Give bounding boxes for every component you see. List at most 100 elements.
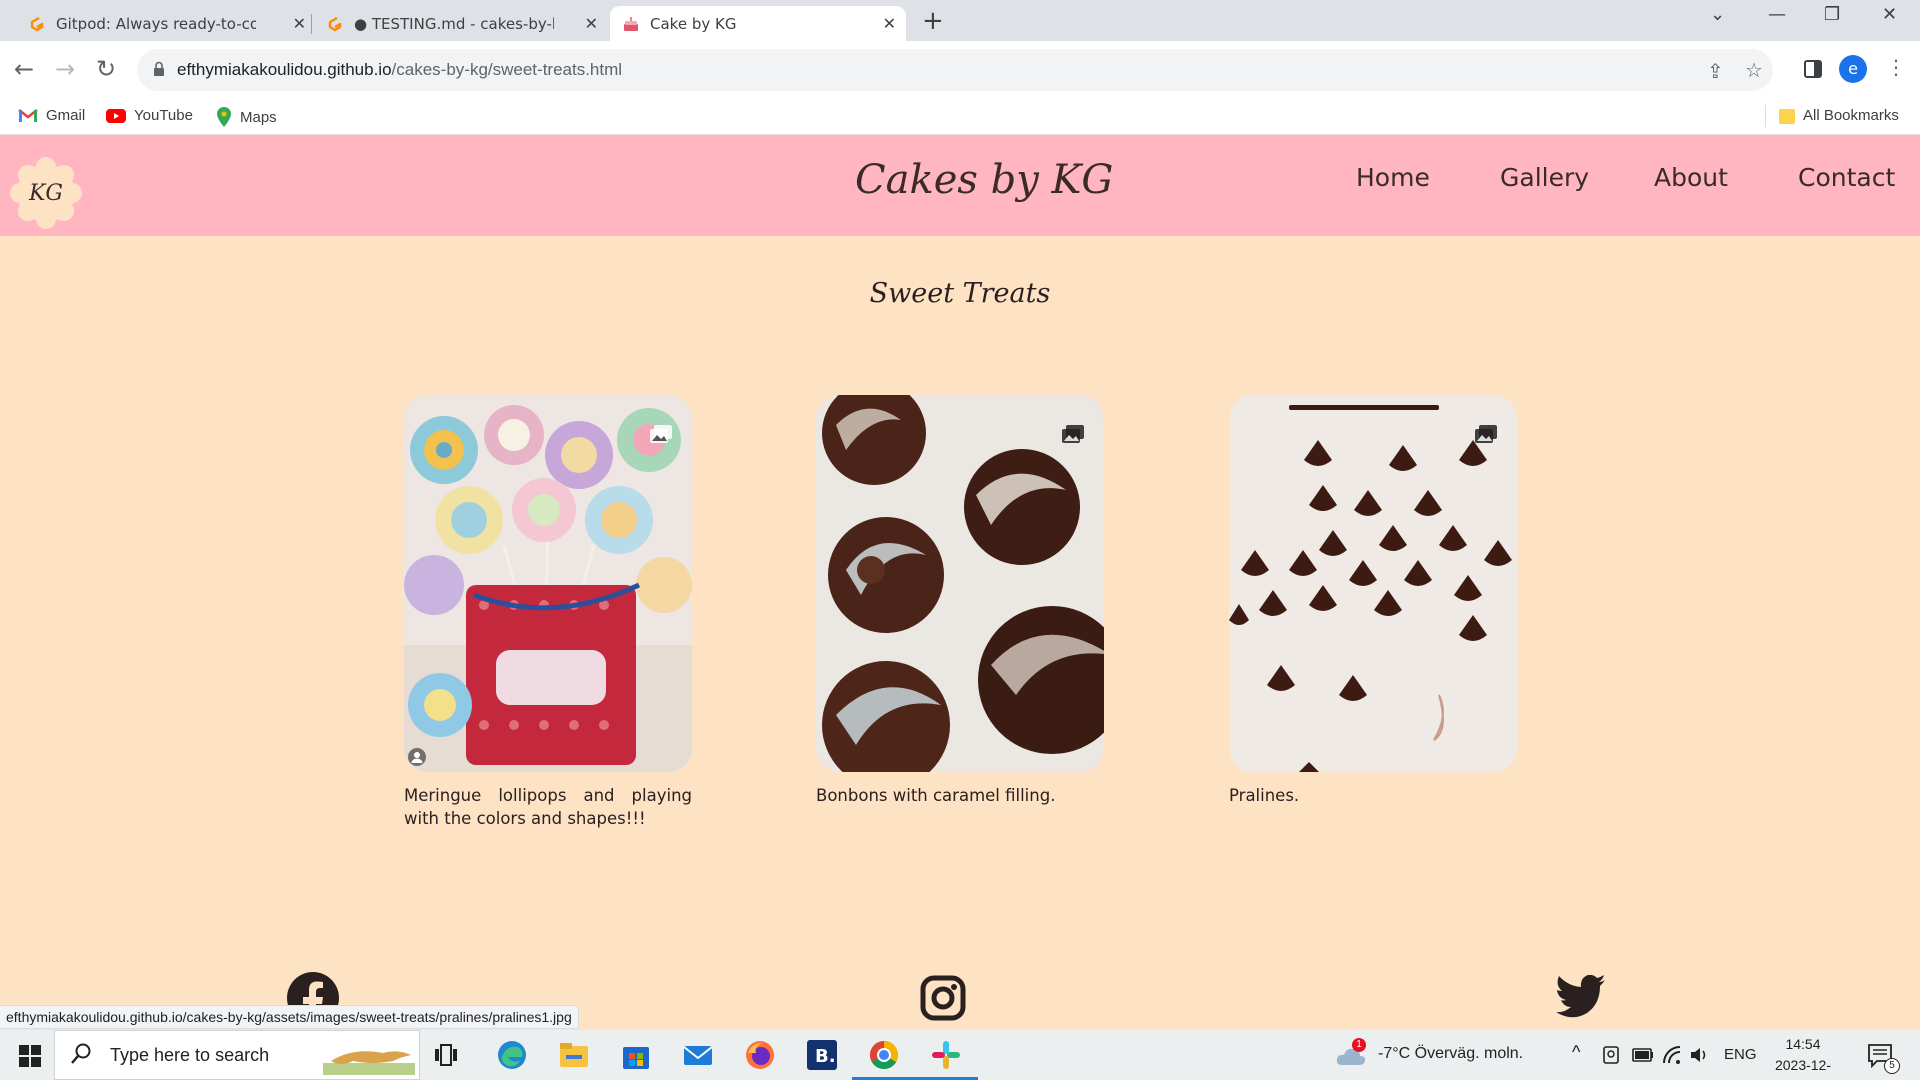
gitpod-icon bbox=[30, 16, 44, 31]
search-icon bbox=[71, 1043, 91, 1064]
kebab-menu-icon[interactable]: ⋮ bbox=[1886, 55, 1906, 79]
tab-title: Cake by KG bbox=[650, 14, 737, 33]
task-view-icon[interactable] bbox=[434, 1043, 458, 1067]
pralines-image bbox=[1229, 395, 1517, 772]
folder-icon bbox=[1779, 108, 1795, 124]
nav-gallery[interactable]: Gallery bbox=[1500, 163, 1589, 192]
clock-time: 14:54 bbox=[1785, 1036, 1821, 1052]
chevron-up-icon[interactable]: ^ bbox=[1572, 1042, 1580, 1063]
firefox-icon[interactable] bbox=[744, 1039, 776, 1071]
instagram-icon[interactable] bbox=[920, 975, 966, 1021]
windows-taskbar: Type here to search B. 1 -7°C Överväg. m… bbox=[0, 1030, 1920, 1080]
browser-tab-strip: Gitpod: Always ready-to-code. ✕ ● TESTIN… bbox=[0, 0, 1920, 41]
photo-caption: Meringue lollipops and playing with the … bbox=[404, 786, 692, 828]
restore-icon[interactable]: ❐ bbox=[1824, 4, 1840, 25]
bookmark-gmail[interactable]: Gmail bbox=[18, 107, 85, 124]
bookmark-label: Maps bbox=[240, 108, 277, 126]
nav-about[interactable]: About bbox=[1654, 163, 1728, 192]
image-gallery-icon bbox=[650, 425, 672, 443]
side-panel-icon[interactable] bbox=[1804, 60, 1822, 78]
maps-icon bbox=[217, 107, 231, 127]
url-text: efthymiakakoulidou.github.io/cakes-by-kg… bbox=[177, 60, 622, 80]
url-path: /cakes-by-kg/sweet-treats.html bbox=[391, 60, 623, 79]
battery-icon[interactable] bbox=[1632, 1048, 1654, 1062]
link-status-bar: efthymiakakoulidou.github.io/cakes-by-kg… bbox=[0, 1005, 579, 1029]
tab-cake-by-kg[interactable]: Cake by KG ✕ bbox=[610, 6, 906, 41]
taskbar-search-box[interactable]: Type here to search bbox=[54, 1030, 420, 1080]
tab-gitpod[interactable]: Gitpod: Always ready-to-code. ✕ bbox=[16, 6, 316, 41]
bonbons-photo[interactable] bbox=[816, 395, 1104, 772]
mail-icon[interactable] bbox=[682, 1039, 714, 1071]
gallery-card: Meringue lollipops and playing with the … bbox=[404, 395, 692, 830]
person-icon bbox=[408, 748, 426, 766]
meringue-lollipops-photo[interactable] bbox=[404, 395, 692, 772]
slack-icon[interactable] bbox=[930, 1039, 962, 1071]
minimize-icon[interactable]: — bbox=[1768, 4, 1786, 25]
tab-separator bbox=[311, 14, 312, 34]
gallery-card: Pralines. bbox=[1229, 395, 1517, 807]
profile-avatar[interactable]: e bbox=[1839, 55, 1867, 83]
notification-count-badge: 5 bbox=[1884, 1058, 1900, 1074]
bookmarks-bar: Gmail YouTube Maps All Bookmarks bbox=[0, 99, 1920, 135]
microsoft-store-icon[interactable] bbox=[620, 1039, 652, 1071]
bookmark-youtube[interactable]: YouTube bbox=[106, 107, 193, 124]
image-gallery-icon bbox=[1475, 425, 1497, 443]
weather-alert-badge: 1 bbox=[1352, 1038, 1366, 1052]
close-icon[interactable]: ✕ bbox=[883, 14, 896, 33]
nav-home[interactable]: Home bbox=[1356, 163, 1430, 192]
volume-icon[interactable] bbox=[1690, 1046, 1710, 1064]
share-icon[interactable]: ⇪ bbox=[1707, 59, 1724, 83]
taskbar-clock[interactable]: 14:54 2023-12-04 bbox=[1768, 1034, 1838, 1080]
bookmark-divider bbox=[1765, 105, 1766, 127]
site-brand-title[interactable]: Cakes by KG bbox=[855, 157, 1113, 203]
file-explorer-icon[interactable] bbox=[558, 1039, 590, 1071]
gitpod-icon bbox=[328, 16, 342, 31]
twitter-icon[interactable] bbox=[1556, 975, 1606, 1019]
weather-text[interactable]: -7°C Överväg. moln. bbox=[1378, 1045, 1523, 1063]
photo-caption: Bonbons with caramel filling. bbox=[816, 786, 1056, 805]
window-close-icon[interactable]: ✕ bbox=[1882, 4, 1897, 25]
site-logo[interactable]: KG bbox=[8, 155, 84, 231]
reload-icon[interactable]: ↻ bbox=[96, 55, 116, 83]
logo-text: KG bbox=[28, 180, 63, 206]
chrome-icon[interactable] bbox=[868, 1039, 900, 1071]
language-indicator[interactable]: ENG bbox=[1724, 1046, 1757, 1063]
bookmark-star-icon[interactable]: ☆ bbox=[1745, 58, 1763, 82]
pralines-photo[interactable] bbox=[1229, 395, 1517, 772]
lock-icon bbox=[154, 61, 164, 76]
edge-icon[interactable] bbox=[496, 1039, 528, 1071]
tab-title: ● TESTING.md - cakes-by-kg - G bbox=[354, 14, 554, 33]
image-gallery-icon bbox=[1062, 425, 1084, 443]
back-arrow-icon[interactable]: ← bbox=[14, 55, 34, 83]
clock-date: 2023-12-04 bbox=[1774, 1057, 1832, 1080]
wifi-icon[interactable] bbox=[1662, 1045, 1682, 1065]
url-host: efthymiakakoulidou.github.io bbox=[177, 60, 392, 79]
bookmark-maps[interactable]: Maps bbox=[216, 107, 277, 127]
bookmark-label: YouTube bbox=[134, 107, 193, 124]
bonbons-image bbox=[816, 395, 1104, 772]
gallery-card: Bonbons with caramel filling. bbox=[816, 395, 1104, 807]
tab-title: Gitpod: Always ready-to-code. bbox=[56, 14, 256, 33]
browser-toolbar: ← → ↻ efthymiakakoulidou.github.io/cakes… bbox=[0, 41, 1920, 99]
youtube-icon bbox=[106, 108, 126, 123]
tab-testing[interactable]: ● TESTING.md - cakes-by-kg - G ✕ bbox=[314, 6, 608, 41]
svg-text:B.: B. bbox=[815, 1046, 836, 1067]
close-icon[interactable]: ✕ bbox=[585, 14, 598, 33]
windows-start-icon[interactable] bbox=[19, 1045, 41, 1067]
cheetah-search-highlight-icon bbox=[323, 1051, 415, 1075]
close-icon[interactable]: ✕ bbox=[293, 14, 306, 33]
gmail-icon bbox=[18, 109, 38, 122]
all-bookmarks[interactable]: All Bookmarks bbox=[1779, 107, 1899, 124]
page-title: Sweet Treats bbox=[869, 278, 1051, 309]
forward-arrow-icon[interactable]: → bbox=[55, 55, 75, 83]
cake-icon bbox=[624, 16, 638, 31]
address-bar[interactable]: efthymiakakoulidou.github.io/cakes-by-kg… bbox=[137, 49, 1773, 91]
booking-icon[interactable]: B. bbox=[806, 1039, 838, 1071]
new-tab-icon[interactable]: + bbox=[922, 6, 944, 36]
all-bookmarks-label: All Bookmarks bbox=[1803, 107, 1899, 124]
nav-contact[interactable]: Contact bbox=[1798, 163, 1895, 192]
photo-caption: Pralines. bbox=[1229, 786, 1300, 805]
tab-search-chevron-icon[interactable]: ⌄ bbox=[1710, 4, 1725, 25]
meet-now-icon[interactable] bbox=[1603, 1046, 1619, 1064]
bookmark-label: Gmail bbox=[46, 107, 86, 124]
